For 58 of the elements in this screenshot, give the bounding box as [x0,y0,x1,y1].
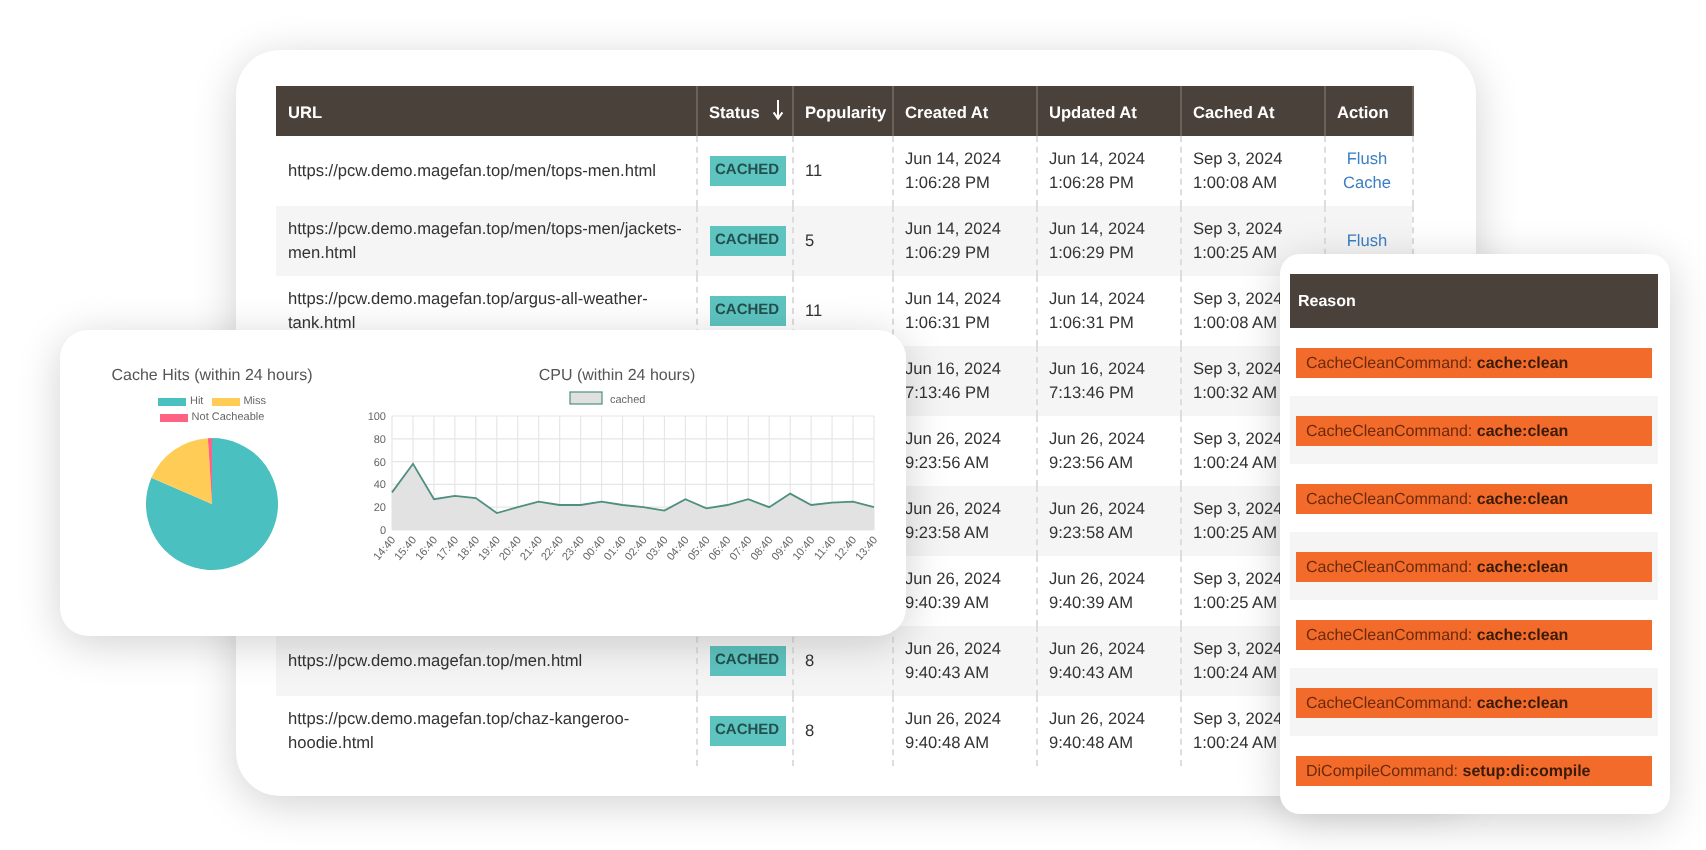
column-header: Reason [1290,274,1658,328]
column-header[interactable]: Action [1324,86,1412,136]
chart-title: Cache Hits (within 24 hours) [111,366,313,384]
sort-arrow-icon [771,100,783,120]
popularity-text: 11 [805,299,823,323]
date-text: Jun 26, 2024 9:40:48 AM [905,708,1001,754]
chart-title: CPU (within 24 hours) [538,366,696,384]
url-text: https://pcw.demo.magefan.top/men/tops-men/jackets-men.html [288,218,683,264]
popularity-text: 5 [805,229,815,253]
date-text: Sep 3, 2024 1:00:08 AM [1193,148,1283,194]
date-text: Sep 3, 2024 1:00:25 AM [1193,498,1283,544]
date-text: Jun 14, 2024 1:06:28 PM [905,148,1001,194]
date-text: Jun 16, 2024 7:13:46 PM [1049,358,1145,404]
column-header[interactable]: URL [276,86,696,136]
flush-cache-link[interactable]: Flush Cache [1337,148,1397,194]
date-text: Jun 26, 2024 9:23:56 AM [905,428,1001,474]
date-text: Sep 3, 2024 1:00:25 AM [1193,218,1283,264]
date-text: Sep 3, 2024 1:00:24 AM [1193,428,1283,474]
reason-tag: CacheCleanCommand: cache:clean [1296,687,1652,717]
date-text: Jun 26, 2024 9:23:58 AM [905,498,1001,544]
column-header[interactable]: Cached At [1180,86,1324,136]
date-text: Jun 14, 2024 1:06:31 PM [905,288,1001,334]
date-text: Jun 26, 2024 9:40:39 AM [1049,568,1145,614]
popularity-text: 8 [805,649,815,673]
flush-cache-link[interactable]: Flush [1337,229,1397,253]
date-text: Sep 3, 2024 1:00:24 AM [1193,708,1283,754]
reason-tag: CacheCleanCommand: cache:clean [1296,551,1652,581]
date-text: Jun 14, 2024 1:06:29 PM [905,218,1001,264]
url-text: https://pcw.demo.magefan.top/chaz-kangeroo-hoodie.html [288,708,632,754]
date-text: Sep 3, 2024 1:00:24 AM [1193,638,1283,684]
column-header[interactable]: Popularity [792,86,892,136]
popularity-text: 11 [805,159,823,183]
date-text: Jun 26, 2024 9:40:39 AM [905,568,1001,614]
date-text: Jun 26, 2024 9:23:58 AM [1049,498,1145,544]
column-header[interactable]: Created At [892,86,1036,136]
date-text: Sep 3, 2024 1:00:25 AM [1193,568,1283,614]
date-text: Jun 26, 2024 9:40:48 AM [1049,708,1145,754]
date-text: Jun 26, 2024 9:40:43 AM [1049,638,1145,684]
reason-tag: CacheCleanCommand: cache:clean [1296,415,1652,445]
pie-chart [144,436,280,572]
date-text: Sep 3, 2024 1:00:32 AM [1193,358,1283,404]
date-text: Sep 3, 2024 1:00:08 AM [1193,288,1283,334]
url-text: https://pcw.demo.magefan.top/argus-all-weather-tank.html [288,288,650,334]
date-text: Jun 16, 2024 7:13:46 PM [905,358,1001,404]
reason-tag: DiCompileCommand: setup:di:compile [1296,755,1652,785]
url-text: https://pcw.demo.magefan.top/men/tops-men.html [288,159,657,183]
date-text: Jun 14, 2024 1:06:29 PM [1049,218,1145,264]
reason-tag: CacheCleanCommand: cache:clean [1296,347,1652,377]
date-text: Jun 14, 2024 1:06:28 PM [1049,148,1145,194]
date-text: Jun 26, 2024 9:23:56 AM [1049,428,1145,474]
column-header[interactable]: Status [696,86,792,136]
reason-tag: CacheCleanCommand: cache:clean [1296,619,1652,649]
date-text: Jun 14, 2024 1:06:31 PM [1049,288,1145,334]
date-text: Jun 26, 2024 9:40:43 AM [905,638,1001,684]
url-text: https://pcw.demo.magefan.top/men.html [288,649,583,673]
reason-tag: CacheCleanCommand: cache:clean [1296,483,1652,513]
popularity-text: 8 [805,719,815,743]
column-header[interactable]: Updated At [1036,86,1180,136]
